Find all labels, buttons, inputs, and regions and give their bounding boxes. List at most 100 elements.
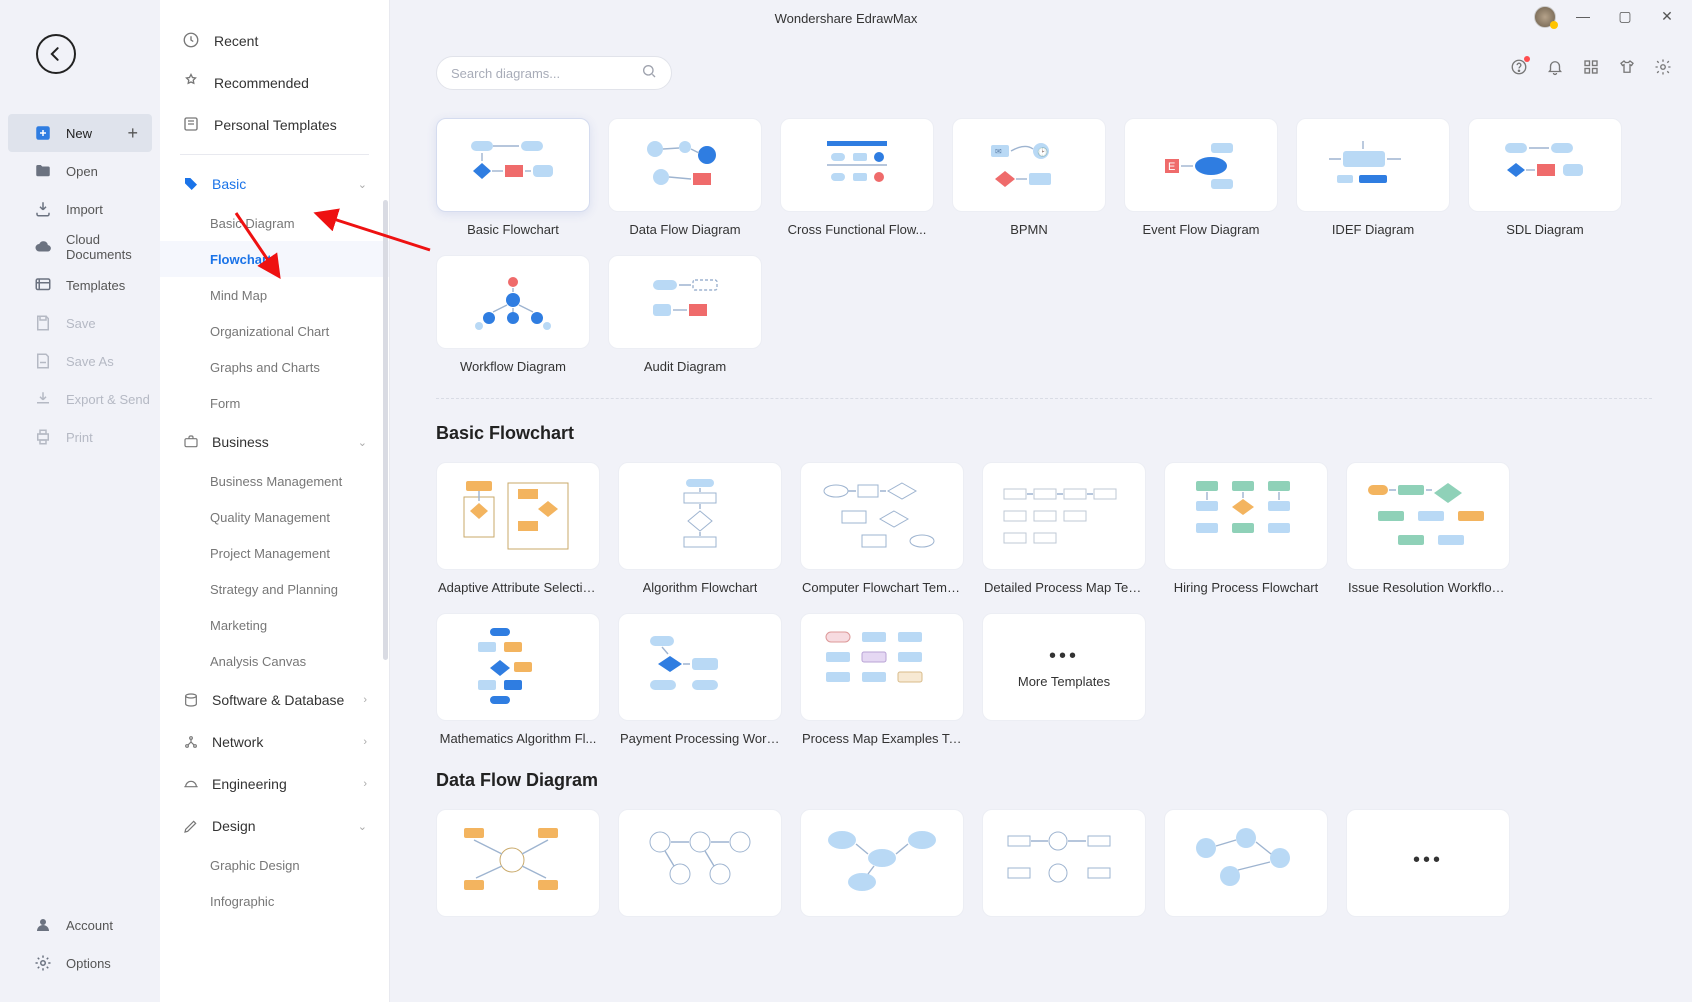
nav-scrollbar[interactable] — [383, 200, 388, 660]
template-card[interactable] — [1164, 809, 1328, 942]
template-card[interactable]: Detailed Process Map Tem... — [982, 462, 1146, 595]
nav-sub-strategy[interactable]: Strategy and Planning — [160, 571, 389, 607]
nav-personal[interactable]: Personal Templates — [160, 104, 389, 146]
rail-templates[interactable]: Templates — [8, 266, 152, 304]
chevron-right-icon: › — [363, 736, 367, 748]
template-label: Audit Diagram — [644, 359, 726, 374]
template-audit[interactable]: Audit Diagram — [608, 255, 762, 374]
template-label: BPMN — [1010, 222, 1048, 237]
template-label: Workflow Diagram — [460, 359, 566, 374]
template-label: Issue Resolution Workflow ... — [1348, 580, 1508, 595]
rail-new-plus-icon[interactable]: + — [127, 123, 138, 144]
nav-cat-business[interactable]: Business ⌄ — [160, 421, 389, 463]
cloud-icon — [34, 238, 52, 256]
template-card[interactable]: Payment Processing Workf... — [618, 613, 782, 746]
nav-sub-analysis[interactable]: Analysis Canvas — [160, 643, 389, 679]
template-card[interactable]: Hiring Process Flowchart — [1164, 462, 1328, 595]
template-card[interactable]: Computer Flowchart Temp... — [800, 462, 964, 595]
template-card[interactable]: Mathematics Algorithm Fl... — [436, 613, 600, 746]
template-card[interactable]: Algorithm Flowchart — [618, 462, 782, 595]
rail-save-as: Save As — [8, 342, 152, 380]
rail-import[interactable]: Import — [8, 190, 152, 228]
nav-cat-software[interactable]: Software & Database › — [160, 679, 389, 721]
rail-options[interactable]: Options — [8, 944, 152, 982]
rail-new[interactable]: New + — [8, 114, 152, 152]
template-card[interactable]: Issue Resolution Workflow ... — [1346, 462, 1510, 595]
nav-sub-form[interactable]: Form — [160, 385, 389, 421]
nav-sub-biz-mgmt[interactable]: Business Management — [160, 463, 389, 499]
nav-cat-basic-label: Basic — [212, 176, 246, 192]
template-card[interactable] — [436, 809, 600, 942]
pen-icon — [182, 818, 200, 834]
nav-recommended[interactable]: Recommended — [160, 62, 389, 104]
nav-sub-graphs[interactable]: Graphs and Charts — [160, 349, 389, 385]
minimize-button[interactable]: — — [1562, 0, 1604, 32]
template-label: Adaptive Attribute Selectio... — [438, 580, 598, 595]
template-bpmn[interactable]: ✉🕑 BPMN — [952, 118, 1106, 237]
nav-sub-infographic[interactable]: Infographic — [160, 883, 389, 919]
save-as-icon — [34, 352, 52, 370]
helmet-icon — [182, 776, 200, 792]
nav-recent-label: Recent — [214, 33, 258, 49]
nav-cat-basic[interactable]: Basic ⌄ — [160, 163, 389, 205]
main-content: Basic Flowchart Data Flow Diagram Cross … — [390, 36, 1692, 1002]
account-icon — [34, 916, 52, 934]
template-card[interactable]: Adaptive Attribute Selectio... — [436, 462, 600, 595]
rail-export: Export & Send — [8, 380, 152, 418]
back-button[interactable] — [36, 34, 76, 74]
more-templates-card[interactable]: ••• More Templates — [982, 613, 1146, 746]
nav-sub-project[interactable]: Project Management — [160, 535, 389, 571]
template-event-flow[interactable]: E Event Flow Diagram — [1124, 118, 1278, 237]
rail-cloud[interactable]: Cloud Documents — [8, 228, 152, 266]
nav-sub-mind-map[interactable]: Mind Map — [160, 277, 389, 313]
nav-cat-engineering[interactable]: Engineering › — [160, 763, 389, 805]
nav-sub-quality[interactable]: Quality Management — [160, 499, 389, 535]
rail-import-label: Import — [66, 202, 103, 217]
left-rail: New + Open Import Cloud Documents Templa… — [0, 0, 160, 1002]
chevron-down-icon: ⌄ — [358, 178, 367, 191]
rail-export-label: Export & Send — [66, 392, 150, 407]
template-label: IDEF Diagram — [1332, 222, 1414, 237]
dots-icon: ••• — [1049, 645, 1079, 668]
template-idef[interactable]: IDEF Diagram — [1296, 118, 1450, 237]
nav-sub-graphic-design[interactable]: Graphic Design — [160, 847, 389, 883]
rail-open[interactable]: Open — [8, 152, 152, 190]
template-cross-functional[interactable]: Cross Functional Flow... — [780, 118, 934, 237]
nav-sub-flowchart[interactable]: Flowchart — [160, 241, 389, 277]
template-card[interactable] — [618, 809, 782, 942]
more-label: More Templates — [1018, 674, 1110, 689]
search-box[interactable] — [436, 56, 672, 90]
template-card[interactable] — [800, 809, 964, 942]
search-input[interactable] — [451, 66, 641, 81]
close-button[interactable]: ✕ — [1646, 0, 1688, 32]
template-data-flow[interactable]: Data Flow Diagram — [608, 118, 762, 237]
nav-sub-basic-diagram[interactable]: Basic Diagram — [160, 205, 389, 241]
template-card[interactable] — [982, 809, 1146, 942]
rail-options-label: Options — [66, 956, 111, 971]
template-label: Cross Functional Flow... — [788, 222, 927, 237]
rail-save-label: Save — [66, 316, 96, 331]
nav-sub-org-chart[interactable]: Organizational Chart — [160, 313, 389, 349]
nav-cat-business-label: Business — [212, 434, 269, 450]
rail-account[interactable]: Account — [8, 906, 152, 944]
template-workflow[interactable]: Workflow Diagram — [436, 255, 590, 374]
svg-text:✉: ✉ — [995, 147, 1002, 156]
more-templates-card[interactable]: ••• — [1346, 809, 1510, 942]
nav-sub-marketing[interactable]: Marketing — [160, 607, 389, 643]
nav-cat-network[interactable]: Network › — [160, 721, 389, 763]
maximize-button[interactable]: ▢ — [1604, 0, 1646, 32]
rail-account-label: Account — [66, 918, 113, 933]
template-sdl[interactable]: SDL Diagram — [1468, 118, 1622, 237]
template-basic-flowchart[interactable]: Basic Flowchart — [436, 118, 590, 237]
template-card[interactable]: Process Map Examples Te... — [800, 613, 964, 746]
nav-divider — [180, 154, 369, 155]
search-icon[interactable] — [641, 63, 657, 84]
template-label: Mathematics Algorithm Fl... — [440, 731, 597, 746]
nav-recent[interactable]: Recent — [160, 20, 389, 62]
template-label: Basic Flowchart — [467, 222, 559, 237]
nav-cat-design[interactable]: Design ⌄ — [160, 805, 389, 847]
template-label: Algorithm Flowchart — [643, 580, 758, 595]
template-type-grid: Basic Flowchart Data Flow Diagram Cross … — [436, 118, 1652, 374]
nav-personal-label: Personal Templates — [214, 117, 337, 133]
import-icon — [34, 200, 52, 218]
